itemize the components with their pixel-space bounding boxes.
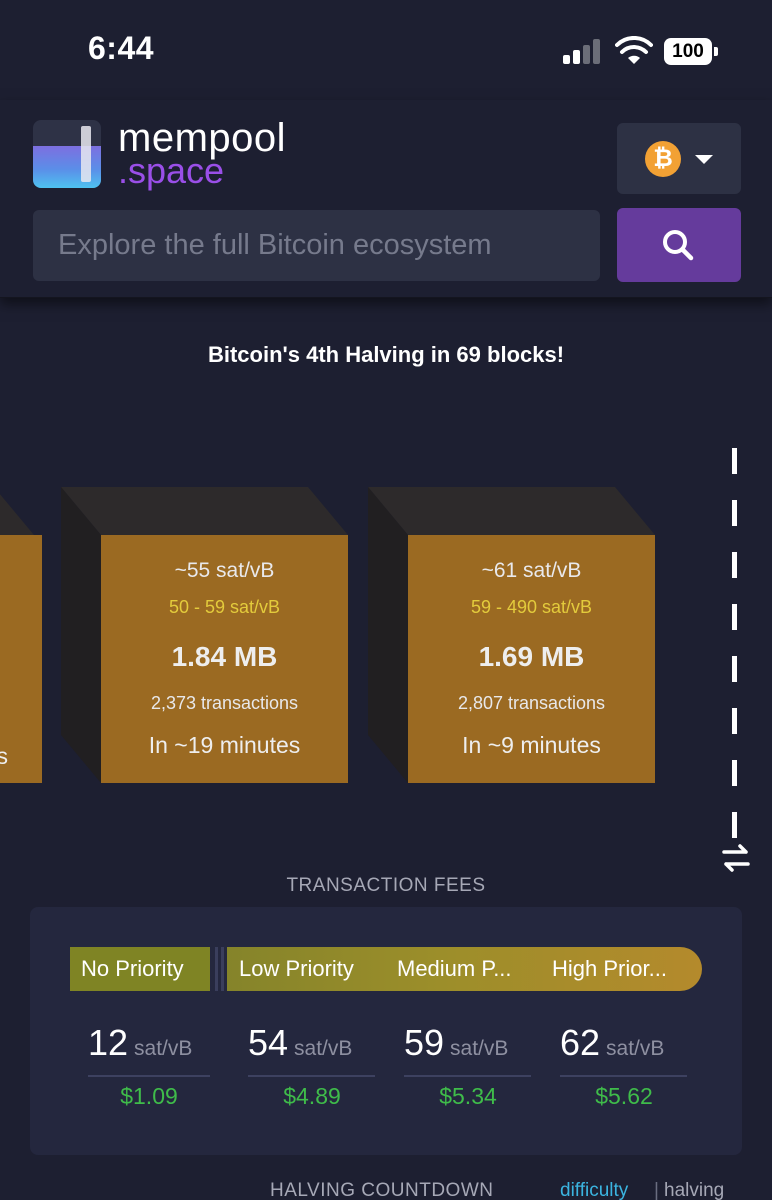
- fees-card: No Priority Low Priority Medium P... Hig…: [30, 907, 742, 1155]
- block-size: 1.84 MB: [171, 641, 278, 672]
- mempool-blockchain-divider: [732, 448, 737, 838]
- priority-no-priority: No Priority: [70, 947, 210, 991]
- priority-high: High Prior...: [552, 956, 667, 981]
- fee-divider: [88, 1075, 210, 1077]
- fee-rate-unit: sat/vB: [450, 1037, 509, 1060]
- halving-banner[interactable]: Bitcoin's 4th Halving in 69 blocks!: [0, 342, 772, 368]
- fee-rate-high: 62 sat/vB: [560, 1022, 690, 1064]
- search-input[interactable]: [33, 210, 600, 281]
- fee-rate-value: 62: [560, 1022, 601, 1063]
- block-median-fee: ~61 sat/vB: [481, 559, 582, 582]
- block-eta: In ~19 minutes: [148, 732, 301, 758]
- wifi-icon: [615, 36, 653, 64]
- search-button[interactable]: [617, 208, 741, 282]
- status-bar: 6:44 100: [0, 0, 772, 100]
- mempool-logo-icon[interactable]: [33, 120, 101, 188]
- battery-level: 100: [664, 38, 712, 65]
- priority-medium: Medium P...: [397, 956, 512, 981]
- transaction-fees-title: TRANSACTION FEES: [286, 875, 486, 896]
- fee-rate-no-priority: 12 sat/vB: [88, 1022, 218, 1064]
- fee-rate-value: 12: [88, 1022, 129, 1063]
- battery-icon: 100: [664, 38, 718, 65]
- block-eta: In ~9 minutes: [462, 732, 601, 758]
- tab-difficulty[interactable]: difficulty: [560, 1180, 628, 1200]
- clock: 6:44: [88, 30, 155, 66]
- fee-divider: [248, 1075, 375, 1077]
- mempool-block-partial[interactable]: s s: [0, 487, 42, 783]
- priority-low: Low Priority: [239, 956, 354, 981]
- fee-usd: $1.09: [120, 1083, 178, 1109]
- network-selector-button[interactable]: ₿: [617, 123, 741, 194]
- halving-countdown-title: HALVING COUNTDOWN: [270, 1180, 494, 1200]
- fee-usd: $4.89: [283, 1083, 341, 1109]
- fee-divider: [560, 1075, 687, 1077]
- search-icon: [663, 230, 694, 261]
- site-header: mempool .space ₿: [0, 100, 772, 298]
- block-fee-range: 59 - 490 sat/vB: [470, 597, 593, 617]
- swap-arrows-icon[interactable]: [720, 842, 752, 874]
- block-tx-count: 2,807 transactions: [457, 693, 606, 713]
- fee-rate-medium: 59 sat/vB: [404, 1022, 534, 1064]
- block-size: 1.69 MB: [478, 641, 585, 672]
- priority-separator: [215, 947, 225, 991]
- fee-rate-value: 54: [248, 1022, 289, 1063]
- block-tx-count: 2,373 transactions: [150, 693, 299, 713]
- logo-text-space[interactable]: .space: [118, 150, 224, 192]
- fee-divider: [404, 1075, 531, 1077]
- mempool-block[interactable]: ~55 sat/vB 50 - 59 sat/vB 1.84 MB 2,373 …: [61, 487, 355, 783]
- fee-rate-unit: sat/vB: [606, 1037, 665, 1060]
- fee-usd: $5.34: [439, 1083, 497, 1109]
- priority-bar: No Priority Low Priority Medium P... Hig…: [70, 947, 702, 991]
- fee-rate-value: 59: [404, 1022, 445, 1063]
- fee-usd: $5.62: [595, 1083, 653, 1109]
- priority-gradient: Low Priority Medium P... High Prior...: [227, 947, 702, 991]
- mempool-blocks: s s ~55 sat/vB 50 - 59 sat/vB 1.84 MB 2,…: [0, 485, 772, 785]
- fee-rate-unit: sat/vB: [134, 1037, 193, 1060]
- fee-rate-low: 54 sat/vB: [248, 1022, 378, 1064]
- bitcoin-icon: ₿: [645, 141, 681, 177]
- block-median-fee: ~55 sat/vB: [174, 559, 275, 582]
- mempool-block[interactable]: ~61 sat/vB 59 - 490 sat/vB 1.69 MB 2,807…: [368, 487, 662, 783]
- chevron-down-icon: [695, 155, 713, 164]
- block-fee-range: 50 - 59 sat/vB: [168, 597, 281, 617]
- fee-rate-unit: sat/vB: [294, 1037, 353, 1060]
- cellular-signal-icon: [563, 38, 603, 64]
- tab-separator: |: [654, 1180, 659, 1200]
- tab-halving[interactable]: halving: [664, 1180, 724, 1200]
